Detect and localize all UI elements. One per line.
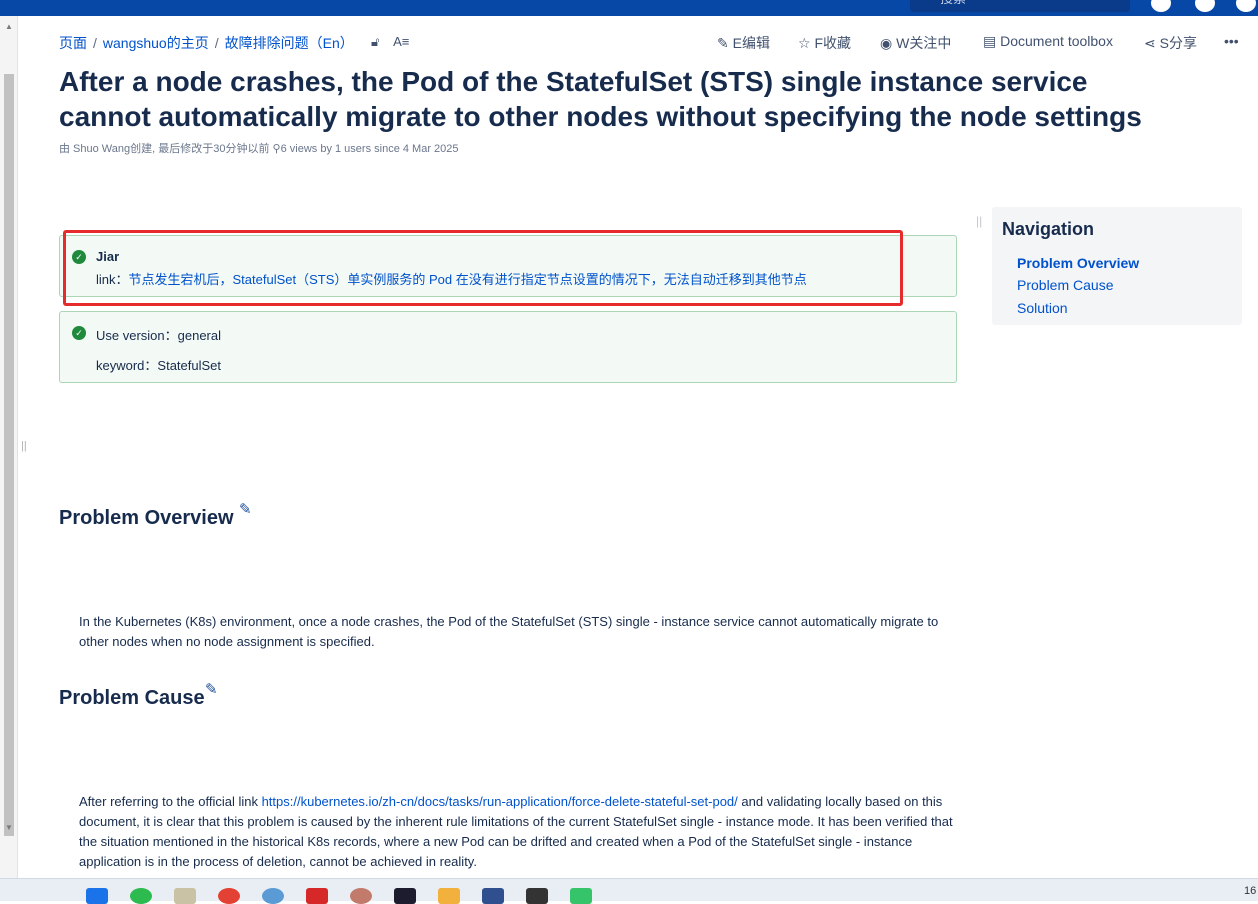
- profile-app-icon[interactable]: [350, 888, 372, 904]
- folder-icon[interactable]: [438, 888, 460, 904]
- star-icon: ☆: [798, 35, 811, 51]
- scroll-up-icon[interactable]: ▲: [5, 22, 13, 31]
- top-navigation-bar: 搜索: [0, 0, 1258, 16]
- info-panel-version: ✓ Use version：general keyword：StatefulSe…: [59, 311, 957, 383]
- red-highlight-box: [63, 230, 903, 306]
- watch-label: W关注中: [896, 35, 952, 51]
- page-title: After a node crashes, the Pod of the Sta…: [59, 66, 1142, 132]
- navigation-drag-handle[interactable]: ||: [976, 214, 982, 228]
- navigation-title: Navigation: [1002, 219, 1095, 239]
- edit-label: E编辑: [732, 35, 770, 51]
- document-toolbox-button[interactable]: ▤ Document toolbox: [983, 33, 1113, 50]
- pencil-icon: ✎: [717, 35, 729, 51]
- heading-problem-cause: Problem Cause: [59, 687, 205, 709]
- nav-item-solution[interactable]: Solution: [1017, 300, 1068, 316]
- share-label: S分享: [1159, 35, 1197, 51]
- edit-section-pencil-icon[interactable]: ✎: [205, 680, 218, 698]
- navigation-panel: Navigation Problem Overview Problem Caus…: [992, 207, 1242, 325]
- check-circle-icon: ✓: [72, 326, 86, 340]
- os-taskbar: 16: [0, 878, 1258, 904]
- breadcrumb-item-troubleshooting[interactable]: 故障排除问题（En）: [225, 35, 354, 51]
- keyword-text: keyword：StatefulSet: [96, 358, 222, 373]
- avatar[interactable]: [1236, 0, 1256, 12]
- windows-start-icon[interactable]: [86, 888, 108, 904]
- nav-item-problem-overview[interactable]: Problem Overview: [1017, 255, 1139, 271]
- breadcrumb-separator: /: [93, 35, 97, 51]
- cause-text-before: After referring to the official link: [79, 794, 262, 809]
- edit-button[interactable]: ✎ E编辑: [717, 33, 770, 53]
- app-icon[interactable]: [394, 888, 416, 904]
- search-input[interactable]: 搜索: [910, 0, 1130, 12]
- heading-problem-overview: Problem Overview: [59, 507, 234, 529]
- scrollbar[interactable]: ▲ ▼: [0, 16, 18, 878]
- page-tools: 🔓︎ A≡: [371, 34, 409, 50]
- clock: 16: [1244, 885, 1257, 897]
- help-icon[interactable]: [1151, 0, 1171, 12]
- document-icon: ▤: [983, 33, 997, 49]
- toolbox-label: Document toolbox: [1000, 33, 1113, 49]
- unlock-icon[interactable]: 🔓︎: [371, 34, 379, 49]
- overview-paragraph: In the Kubernetes (K8s) environment, onc…: [79, 614, 939, 649]
- scroll-down-icon[interactable]: ▼: [5, 823, 13, 832]
- share-icon: ⋖: [1144, 35, 1156, 51]
- search-app-icon[interactable]: [262, 888, 284, 904]
- share-button[interactable]: ⋖ S分享: [1144, 33, 1197, 53]
- breadcrumb-item-pages[interactable]: 页面: [59, 35, 87, 51]
- scrollbar-thumb[interactable]: [4, 74, 14, 836]
- app-icon[interactable]: [570, 888, 592, 904]
- sidebar-resize-handle[interactable]: ||: [21, 440, 27, 452]
- more-actions-button[interactable]: •••: [1224, 33, 1239, 49]
- breadcrumb-separator: /: [214, 35, 219, 51]
- notifications-icon[interactable]: [1195, 0, 1215, 12]
- breadcrumb-item-home[interactable]: wangshuo的主页: [103, 35, 209, 51]
- page-metadata: 由 Shuo Wang创建, 最后修改于30分钟以前 ⚲6 views by 1…: [59, 143, 459, 155]
- edit-section-pencil-icon[interactable]: ✎: [239, 500, 252, 518]
- wechat-icon[interactable]: [130, 888, 152, 904]
- more-icon: •••: [1224, 33, 1239, 49]
- favorite-label: F收藏: [814, 35, 852, 51]
- notepad-icon[interactable]: [174, 888, 196, 904]
- eye-icon: ◉: [880, 35, 893, 51]
- favorite-button[interactable]: ☆ F收藏: [798, 33, 851, 53]
- chrome-icon[interactable]: [218, 888, 240, 904]
- kubernetes-docs-link[interactable]: https://kubernetes.io/zh-cn/docs/tasks/r…: [262, 794, 738, 809]
- watch-button[interactable]: ◉ W关注中: [880, 33, 951, 53]
- cause-paragraph: After referring to the official link htt…: [79, 792, 954, 872]
- version-text: Use version：general: [96, 328, 222, 343]
- nav-item-problem-cause[interactable]: Problem Cause: [1017, 277, 1114, 293]
- breadcrumb: 页面 / wangshuo的主页 / 故障排除问题（En）: [59, 33, 354, 53]
- wps-icon[interactable]: [306, 888, 328, 904]
- reading-view-icon[interactable]: A≡: [393, 34, 409, 49]
- terminal-icon[interactable]: [526, 888, 548, 904]
- app-icon[interactable]: [482, 888, 504, 904]
